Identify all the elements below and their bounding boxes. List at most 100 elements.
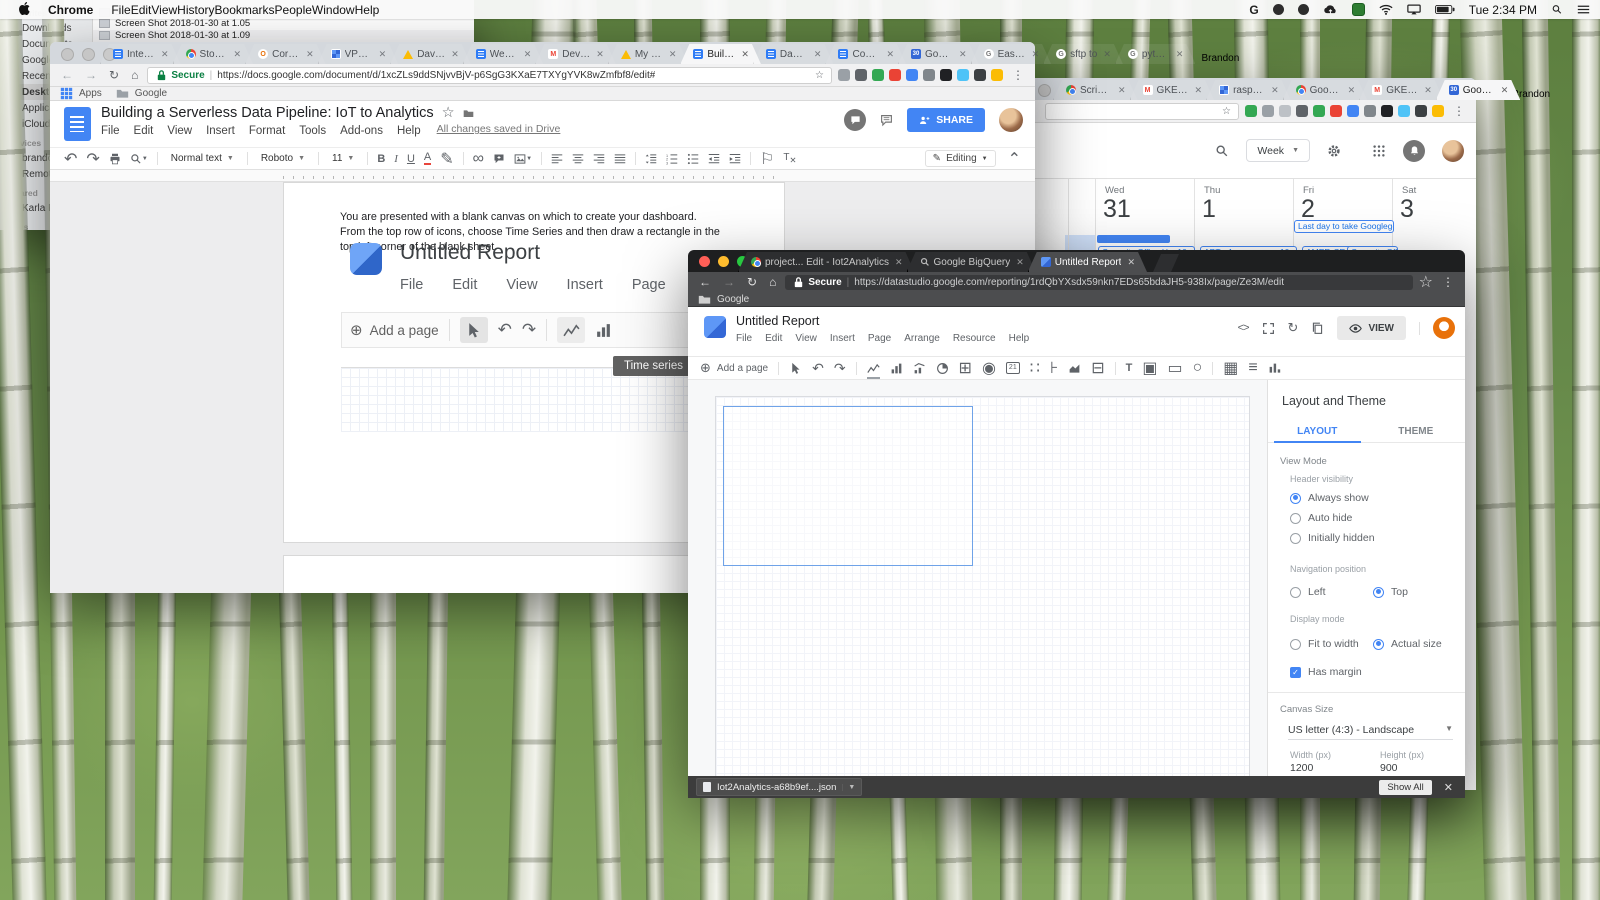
- browser-tab-develo[interactable]: MDevelo✕: [535, 44, 616, 64]
- align-left-icon[interactable]: [551, 153, 563, 165]
- browser-tab-gke-nod[interactable]: MGKE Nod✕: [1130, 80, 1215, 100]
- italic-icon[interactable]: I: [394, 153, 398, 165]
- browser-tab-sftp-to[interactable]: Gsftp to✕: [1043, 44, 1123, 64]
- drawn-chart-rectangle[interactable]: [723, 406, 973, 566]
- redo-icon[interactable]: ↷: [834, 360, 846, 377]
- line-chart-icon[interactable]: [867, 362, 880, 375]
- extension-icon[interactable]: [872, 69, 884, 81]
- docs-menu-tools[interactable]: Tools: [299, 125, 326, 137]
- green-app-icon[interactable]: [1352, 3, 1365, 16]
- day-number[interactable]: 1: [1202, 196, 1294, 222]
- app-dot-icon[interactable]: [1273, 4, 1284, 15]
- finder-file-row[interactable]: Screen Shot 2018-01-30 at 1.09: [93, 30, 474, 42]
- tab-close-icon[interactable]: ✕: [596, 49, 604, 60]
- pivot-table-icon[interactable]: ⊟: [1091, 358, 1104, 378]
- calendar-avatar[interactable]: [1442, 140, 1464, 162]
- tab-close-icon[interactable]: ✕: [814, 49, 822, 60]
- font-family-select[interactable]: Roboto▼: [257, 153, 309, 164]
- browser-tab-raspber-[interactable]: raspber..✕: [1206, 80, 1291, 100]
- wifi-icon[interactable]: [1379, 4, 1393, 15]
- tab-close-icon[interactable]: ✕: [161, 49, 169, 60]
- tab-close-icon[interactable]: ✕: [1501, 85, 1509, 96]
- calendar-view-select[interactable]: Week▼: [1246, 139, 1310, 162]
- menu-item-edit[interactable]: Edit: [131, 3, 152, 17]
- studio-menu-edit[interactable]: Edit: [765, 333, 782, 344]
- tab-layout[interactable]: LAYOUT: [1268, 422, 1367, 442]
- text-icon[interactable]: T: [1126, 362, 1133, 374]
- extension-icon[interactable]: [1245, 105, 1257, 117]
- close-downloads-icon[interactable]: ✕: [1440, 781, 1457, 794]
- radio-header-visibility-initially-hidden[interactable]: Initially hidden: [1290, 532, 1375, 544]
- insert-image-icon[interactable]: ▼: [514, 153, 532, 165]
- menu-bar-clock[interactable]: Tue 2:34 PM: [1469, 3, 1537, 17]
- extension-icon[interactable]: [957, 69, 969, 81]
- new-tab-button[interactable]: [1153, 254, 1179, 272]
- google-g-icon[interactable]: G: [1249, 3, 1258, 17]
- share-button[interactable]: SHARE: [907, 108, 985, 132]
- view-button[interactable]: VIEW: [1337, 316, 1406, 340]
- chrome-menu-icon[interactable]: ⋮: [1450, 105, 1468, 117]
- extension-icon[interactable]: [1279, 105, 1291, 117]
- indent-increase-icon[interactable]: [729, 153, 741, 165]
- show-all-downloads-button[interactable]: Show All: [1379, 780, 1431, 795]
- search-icon[interactable]: [1215, 144, 1229, 158]
- bullet-chart-icon[interactable]: ⊦: [1050, 358, 1058, 378]
- fullscreen-icon[interactable]: [1262, 322, 1275, 335]
- date-range-icon[interactable]: ▦: [1223, 358, 1238, 378]
- redo-icon[interactable]: ↷: [86, 149, 99, 169]
- calendar-event-bar[interactable]: [1097, 235, 1170, 243]
- indent-decrease-icon[interactable]: [708, 153, 720, 165]
- battery-icon[interactable]: [1435, 4, 1455, 15]
- airplay-icon[interactable]: [1407, 4, 1421, 15]
- tab-close-icon[interactable]: ✕: [1348, 85, 1356, 96]
- insert-link-icon[interactable]: ∞: [473, 150, 484, 168]
- line-spacing-icon[interactable]: [645, 153, 657, 165]
- align-right-icon[interactable]: [593, 153, 605, 165]
- extension-icon[interactable]: [1432, 105, 1444, 117]
- menu-item-bookmarks[interactable]: Bookmarks: [215, 3, 275, 17]
- clear-formatting-icon[interactable]: T✕: [783, 152, 796, 165]
- canvas-preset-select[interactable]: US letter (4:3) - Landscape▼: [1288, 724, 1453, 740]
- tab-close-icon[interactable]: ✕: [1127, 257, 1135, 268]
- collapse-toolbar-icon[interactable]: ⌃: [1008, 149, 1021, 169]
- combo-chart-icon[interactable]: [913, 362, 926, 375]
- has-margin-checkbox[interactable]: ✓Has margin: [1290, 666, 1362, 678]
- tab-close-icon[interactable]: ✕: [379, 49, 387, 60]
- font-size-select[interactable]: 11▼: [328, 153, 358, 164]
- bookmark-star-icon[interactable]: ☆: [1419, 272, 1433, 292]
- studio-menu-resource[interactable]: Resource: [953, 333, 996, 344]
- tab-close-icon[interactable]: ✕: [1103, 49, 1111, 60]
- forward-icon[interactable]: →: [82, 69, 100, 81]
- tab-close-icon[interactable]: ✕: [306, 49, 314, 60]
- browser-tab-google-c[interactable]: 30Google.c✕: [1436, 80, 1521, 100]
- radio-header-visibility-always-show[interactable]: Always show: [1290, 492, 1369, 504]
- browser-tab-storag[interactable]: Storag✕: [173, 44, 254, 64]
- browser-tab-my-dri[interactable]: My Dri✕: [608, 44, 689, 64]
- studio-avatar[interactable]: [1433, 317, 1455, 339]
- extension-icon[interactable]: [991, 69, 1003, 81]
- apple-menu-icon[interactable]: [10, 2, 39, 18]
- report-title[interactable]: Untitled Report: [736, 314, 1029, 328]
- extension-icon[interactable]: [923, 69, 935, 81]
- tab-close-icon[interactable]: ✕: [1176, 49, 1184, 60]
- extension-icon[interactable]: [906, 69, 918, 81]
- extension-icon[interactable]: [1296, 105, 1308, 117]
- tab-close-icon[interactable]: ✕: [1271, 85, 1279, 96]
- star-icon[interactable]: ☆: [442, 105, 455, 121]
- copy-report-icon[interactable]: [1311, 322, 1324, 335]
- numbered-list-icon[interactable]: 123: [666, 153, 678, 165]
- extension-icon[interactable]: [974, 69, 986, 81]
- undo-icon[interactable]: ↶: [64, 149, 77, 169]
- width-input[interactable]: 1200: [1290, 762, 1352, 776]
- align-justify-icon[interactable]: [614, 153, 626, 165]
- insert-comment-icon[interactable]: [493, 153, 505, 165]
- browser-tab-davita[interactable]: Davita✕: [390, 44, 471, 64]
- notifications-bell-icon[interactable]: [1403, 140, 1425, 162]
- browser-tab-vpc-se[interactable]: VPC Se✕: [318, 44, 399, 64]
- menu-item-people[interactable]: People: [275, 3, 312, 17]
- browser-tab-west-c[interactable]: West C✕: [463, 44, 544, 64]
- docs-ruler[interactable]: [50, 170, 1035, 182]
- tab-close-icon[interactable]: ✕: [1118, 85, 1126, 96]
- docs-url-bar[interactable]: Secure | https://docs.google.com/documen…: [147, 67, 832, 84]
- studio-menu-page[interactable]: Page: [868, 333, 891, 344]
